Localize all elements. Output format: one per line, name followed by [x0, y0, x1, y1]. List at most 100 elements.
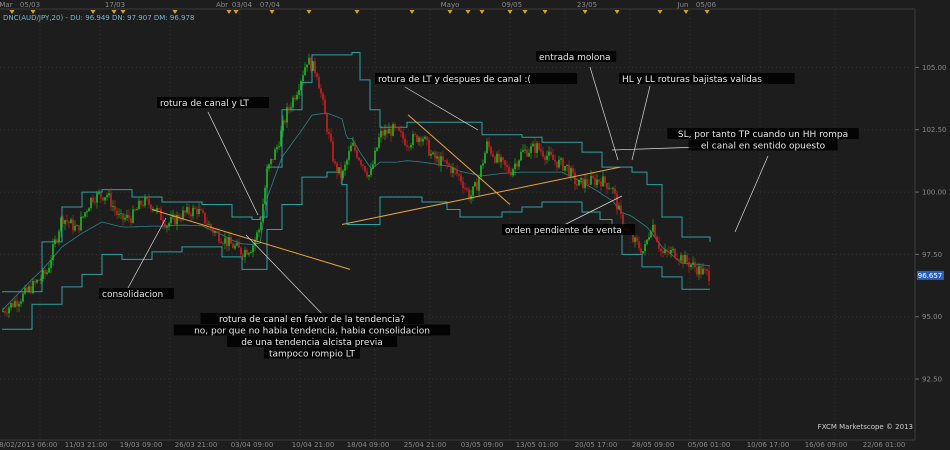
candle-up	[546, 155, 548, 160]
candle-down	[660, 248, 662, 251]
candle-up	[266, 168, 268, 188]
candle-up	[634, 237, 636, 242]
candle-down	[438, 156, 440, 166]
candle-up	[32, 281, 34, 293]
candle-down	[706, 269, 708, 271]
candle-down	[140, 200, 142, 205]
candle-down	[114, 206, 116, 211]
annotation: rotura de LT y despues de canal :(	[375, 73, 578, 85]
candle-down	[458, 174, 460, 176]
candle-up	[118, 214, 120, 215]
candle-down	[314, 61, 316, 74]
candle-up	[64, 220, 66, 224]
candle-down	[688, 262, 690, 267]
candle-down	[226, 238, 228, 246]
candle-up	[296, 94, 298, 100]
candle-down	[216, 231, 218, 232]
candle-down	[220, 241, 222, 244]
bottom-tick-label: 03/05 09:00	[461, 441, 504, 449]
candle-down	[658, 242, 660, 249]
candle-up	[98, 193, 100, 194]
candle-down	[390, 128, 392, 136]
candle-down	[110, 193, 112, 207]
candle-down	[402, 132, 404, 139]
candle-up	[256, 232, 258, 240]
candle-up	[578, 179, 580, 186]
candle-down	[632, 234, 634, 242]
candle-up	[374, 150, 376, 165]
candle-down	[190, 214, 192, 217]
candle-down	[540, 149, 542, 152]
indicator-legend: DNC(AUD/JPY,20) - DU: 96.949 DN: 97.907 …	[3, 14, 194, 22]
annotation-line: rotura de canal en favor de la tendencia…	[219, 315, 405, 325]
candle-down	[56, 239, 58, 242]
candle-down	[666, 249, 668, 252]
candle-up	[214, 231, 216, 233]
candle-down	[218, 231, 220, 242]
candle-up	[108, 193, 110, 196]
candle-down	[184, 210, 186, 213]
candle-up	[306, 64, 308, 68]
candle-down	[442, 156, 444, 161]
candle-down	[102, 197, 104, 201]
candle-up	[486, 141, 488, 153]
candle-down	[464, 188, 466, 189]
candle-up	[276, 147, 278, 150]
candle-up	[40, 278, 42, 281]
candle-up	[252, 245, 254, 253]
candle-up	[244, 250, 246, 257]
annotation-line: el canal en sentido opuesto	[701, 142, 826, 152]
candle-up	[430, 153, 432, 156]
candle-up	[270, 158, 272, 165]
candle-down	[616, 193, 618, 210]
candle-up	[182, 210, 184, 220]
candle-up	[84, 212, 86, 217]
candle-up	[300, 81, 302, 90]
candle-down	[404, 138, 406, 146]
candle-down	[246, 250, 248, 255]
candle-down	[336, 163, 338, 174]
candle-down	[362, 164, 364, 166]
candle-up	[96, 193, 98, 203]
candle-down	[506, 165, 508, 167]
candle-up	[42, 270, 44, 279]
candle-down	[358, 157, 360, 161]
candle-up	[198, 209, 200, 214]
candle-down	[34, 281, 36, 283]
candle-up	[532, 143, 534, 147]
y-tick-label: 105.00	[922, 64, 947, 72]
y-tick-label: 100.00	[922, 189, 947, 197]
candle-up	[20, 301, 22, 304]
candle-up	[422, 138, 424, 142]
candle-up	[120, 213, 122, 214]
candle-up	[370, 168, 372, 176]
candle-up	[124, 217, 126, 220]
bottom-tick-label: 28/02/2013 06:00	[0, 441, 57, 449]
candle-up	[670, 250, 672, 254]
candle-down	[434, 152, 436, 159]
candle-down	[134, 209, 136, 211]
bottom-tick-label: 03/04 09:00	[231, 441, 274, 449]
chart-background	[0, 0, 950, 450]
candle-up	[412, 134, 414, 145]
candle-up	[436, 156, 438, 159]
candle-down	[92, 197, 94, 202]
last-price-marker: 96.657	[917, 270, 944, 280]
bottom-tick-label: 28/05 09:00	[632, 441, 675, 449]
candle-down	[242, 254, 244, 257]
candle-up	[106, 195, 108, 198]
candle-up	[440, 156, 442, 166]
candle-down	[416, 134, 418, 142]
candle-down	[200, 209, 202, 211]
candle-up	[342, 170, 344, 178]
candle-up	[166, 226, 168, 228]
candle-down	[454, 167, 456, 170]
candle-up	[698, 266, 700, 275]
candle-down	[550, 151, 552, 155]
candle-down	[322, 93, 324, 100]
annotation-line: tampoco rompio LT	[269, 350, 355, 360]
candle-down	[552, 155, 554, 160]
candle-up	[264, 187, 266, 204]
candle-down	[328, 131, 330, 134]
candle-down	[448, 163, 450, 166]
